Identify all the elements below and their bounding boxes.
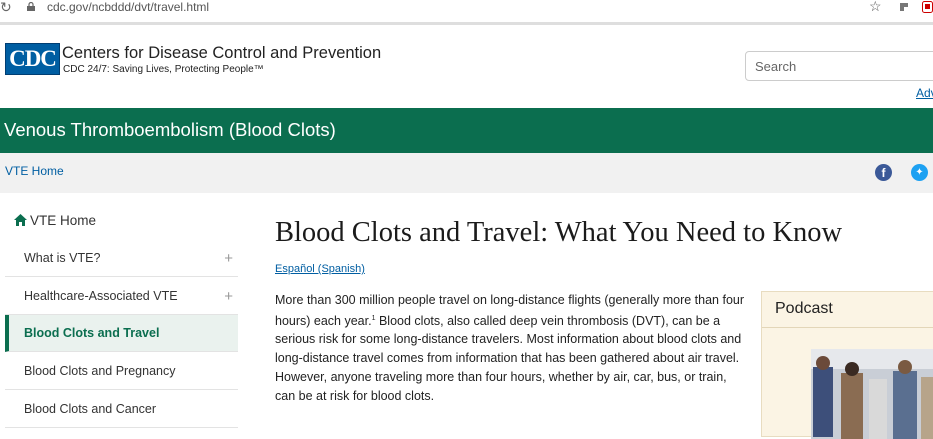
tagline: CDC 24/7: Saving Lives, Protecting Peopl… [63,64,264,75]
topic-banner: Venous Thromboembolism (Blood Clots) [0,108,933,153]
sidebar-item-what-is-vte[interactable]: What is VTE? + [5,240,238,277]
intro-paragraph: More than 300 million people travel on l… [275,291,747,405]
sidebar-home-label: VTE Home [30,213,97,228]
org-name[interactable]: Centers for Disease Control and Preventi… [62,44,381,63]
podcast-title: Podcast [775,300,833,317]
banner-title[interactable]: Venous Thromboembolism (Blood Clots) [4,119,336,141]
facebook-icon[interactable]: f [875,164,892,181]
reload-icon[interactable]: ↻ [0,0,12,16]
search-input[interactable] [745,51,933,81]
twitter-icon[interactable]: ✦ [911,164,928,181]
sidebar-item-label: Blood Clots and Cancer [24,402,157,416]
cdc-logo[interactable]: CDC [5,43,60,75]
vte-home-link[interactable]: VTE Home [5,164,64,178]
lock-icon[interactable] [27,2,35,11]
sidebar-item-healthcare-vte[interactable]: Healthcare-Associated VTE + [5,278,238,315]
sidebar-item-blood-clots-cancer[interactable]: Blood Clots and Cancer [5,391,238,428]
advanced-search-link[interactable]: Adv [916,86,933,100]
sidebar-item-label: Blood Clots and Pregnancy [24,364,176,378]
sidebar-item-label: What is VTE? [24,251,101,265]
pocket-icon[interactable] [922,1,933,13]
sidebar-item-blood-clots-pregnancy[interactable]: Blood Clots and Pregnancy [5,353,238,390]
sidebar-item-blood-clots-travel[interactable]: Blood Clots and Travel [5,315,238,352]
sidebar-item-label: Healthcare-Associated VTE [24,289,178,303]
extension-icon[interactable] [899,2,909,12]
bookmark-star-icon[interactable]: ☆ [869,0,882,15]
home-icon [14,214,27,226]
spanish-language-link[interactable]: Español (Spanish) [275,263,365,275]
podcast-divider [762,327,933,328]
subnav-bar: VTE Home [0,153,933,193]
page-title: Blood Clots and Travel: What You Need to… [275,217,843,248]
expand-plus-icon[interactable]: + [224,278,233,315]
browser-address-bar: ↻ cdc.gov/ncbddd/dvt/travel.html ☆ [0,0,933,25]
sidebar-item-label: Blood Clots and Travel [24,326,160,340]
podcast-image[interactable] [811,349,933,439]
sidebar-home[interactable]: VTE Home [14,213,96,228]
expand-plus-icon[interactable]: + [224,240,233,277]
url-text[interactable]: cdc.gov/ncbddd/dvt/travel.html [47,0,209,14]
podcast-box: Podcast [761,291,933,439]
